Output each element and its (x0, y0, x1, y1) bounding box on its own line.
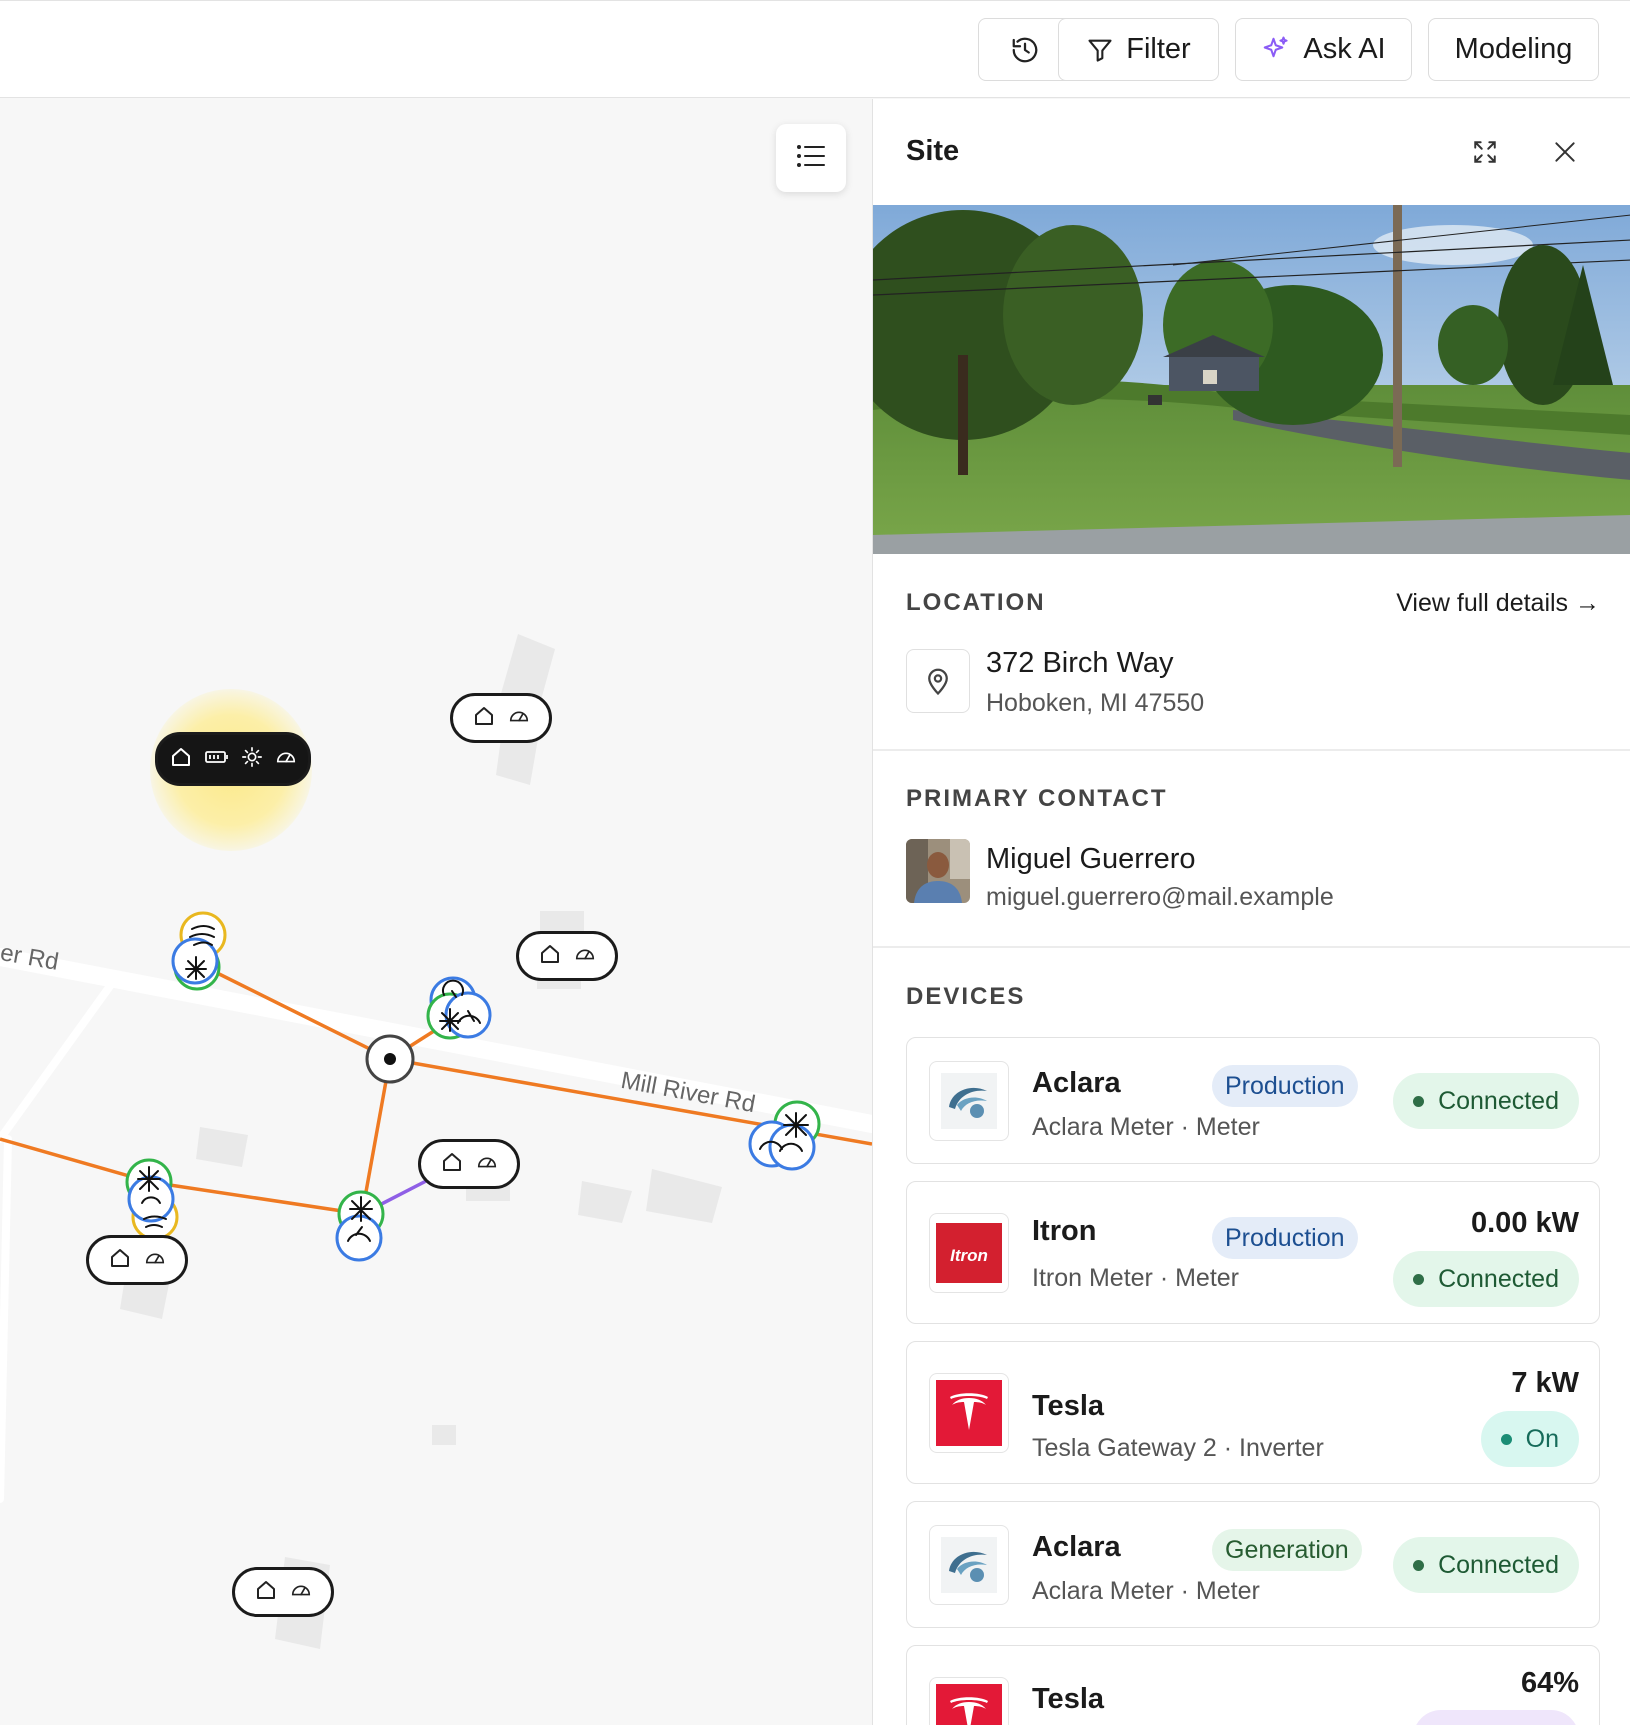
home-icon (538, 942, 562, 971)
junction-node (365, 1034, 415, 1084)
device-metric: 7 kW (1511, 1367, 1579, 1399)
home-icon (254, 1578, 278, 1607)
status-badge: Connected (1393, 1073, 1579, 1129)
modeling-button[interactable]: Modeling (1428, 18, 1599, 81)
meter-icon (476, 1151, 498, 1178)
view-full-details-link[interactable]: View full details → (1396, 589, 1600, 618)
meter-icon (508, 705, 530, 732)
filter-button[interactable]: Filter (1058, 18, 1219, 81)
site-marker[interactable] (418, 1139, 520, 1189)
sun-icon (241, 746, 263, 773)
device-card[interactable]: Itron Itron Production Itron Meter · Met… (906, 1181, 1600, 1324)
tesla-logo-icon (929, 1373, 1009, 1453)
device-card[interactable]: Tesla Tesla Gateway 2 · Inverter 7 kW On (906, 1341, 1600, 1484)
primary-contact-label: PRIMARY CONTACT (906, 785, 1168, 812)
ask-ai-button[interactable]: Ask AI (1235, 18, 1412, 81)
site-marker[interactable] (232, 1567, 334, 1617)
device-metric: 64% (1520, 1667, 1579, 1699)
street-address: 372 Birch Way (986, 647, 1174, 679)
map-layer (0, 634, 872, 1649)
devices-label: DEVICES (906, 983, 1026, 1010)
itron-logo-icon: Itron (929, 1213, 1009, 1293)
battery-icon (205, 749, 229, 770)
device-subtitle: Tesla Gateway 2 · Inverter (1032, 1434, 1324, 1462)
aclara-logo-icon (929, 1525, 1009, 1605)
device-tag: Generation (1212, 1529, 1362, 1571)
device-card[interactable]: Aclara Production Aclara Meter · Meter C… (906, 1037, 1600, 1164)
device-brand: Aclara (1032, 1531, 1121, 1563)
list-view-button[interactable] (776, 124, 846, 192)
device-card[interactable]: Aclara Generation Aclara Meter · Meter C… (906, 1501, 1600, 1628)
device-brand: Aclara (1032, 1067, 1121, 1099)
modeling-label: Modeling (1454, 33, 1573, 65)
expand-icon[interactable] (1469, 136, 1501, 168)
list-icon (796, 143, 826, 174)
device-metric: 0.00 kW (1471, 1207, 1579, 1239)
device-brand: Tesla (1032, 1390, 1105, 1422)
site-marker[interactable] (516, 931, 618, 981)
meter-icon (290, 1579, 312, 1606)
home-icon (472, 704, 496, 733)
panel-title: Site (906, 135, 960, 167)
history-icon (1010, 35, 1040, 65)
status-badge (1413, 1710, 1579, 1725)
meter-icon (144, 1247, 166, 1274)
meter-icon (574, 943, 596, 970)
status-dot-icon (1413, 1559, 1425, 1571)
device-card[interactable]: Tesla 64% (906, 1645, 1600, 1725)
tesla-logo-icon (929, 1677, 1009, 1725)
ask-ai-label: Ask AI (1303, 33, 1386, 65)
meter-icon (275, 746, 297, 773)
avatar (906, 839, 970, 903)
site-photo (873, 205, 1630, 554)
site-marker[interactable] (450, 693, 552, 743)
contact-name: Miguel Guerrero (986, 843, 1196, 875)
device-tag: Production (1212, 1217, 1358, 1259)
location-pin-icon (906, 649, 970, 713)
status-text: Connected (1438, 1264, 1559, 1293)
device-subtitle: Itron Meter · Meter (1032, 1264, 1239, 1292)
site-panel: Site LOCATION View full details → 372 Bi… (872, 99, 1630, 1725)
status-badge: On (1480, 1411, 1579, 1467)
status-dot-icon (1413, 1095, 1425, 1107)
device-subtitle: Aclara Meter · Meter (1032, 1577, 1260, 1605)
home-icon (440, 1150, 464, 1179)
device-subtitle: Aclara Meter · Meter (1032, 1113, 1260, 1141)
home-icon (108, 1246, 132, 1275)
location-label: LOCATION (906, 589, 1046, 616)
status-text: Connected (1438, 1550, 1559, 1579)
status-dot-icon (1413, 1273, 1425, 1285)
site-marker-selected[interactable] (155, 732, 311, 786)
site-marker[interactable] (86, 1235, 188, 1285)
close-icon[interactable] (1549, 136, 1581, 168)
aclara-logo-icon (929, 1061, 1009, 1141)
map-canvas[interactable]: er Rd Mill River Rd (0, 99, 872, 1725)
contact-email[interactable]: miguel.guerrero@mail.example (986, 883, 1334, 912)
device-brand: Tesla (1032, 1683, 1105, 1715)
filter-icon (1086, 36, 1114, 64)
home-icon (169, 745, 193, 774)
filter-label: Filter (1126, 33, 1191, 65)
itron-logo-text: Itron (950, 1246, 988, 1265)
status-badge: Connected (1393, 1251, 1579, 1307)
city-state-zip: Hoboken, MI 47550 (986, 689, 1205, 717)
top-toolbar: Filter Ask AI Modeling (0, 0, 1630, 98)
sparkle-icon (1261, 35, 1291, 65)
status-text: Connected (1438, 1086, 1559, 1115)
panel-header: Site (873, 99, 1630, 205)
divider (873, 946, 1630, 948)
device-tag: Production (1212, 1065, 1358, 1107)
status-badge: Connected (1393, 1537, 1579, 1593)
divider (873, 749, 1630, 751)
status-text: On (1525, 1424, 1559, 1453)
status-dot-icon (1500, 1433, 1512, 1445)
device-brand: Itron (1032, 1215, 1097, 1247)
